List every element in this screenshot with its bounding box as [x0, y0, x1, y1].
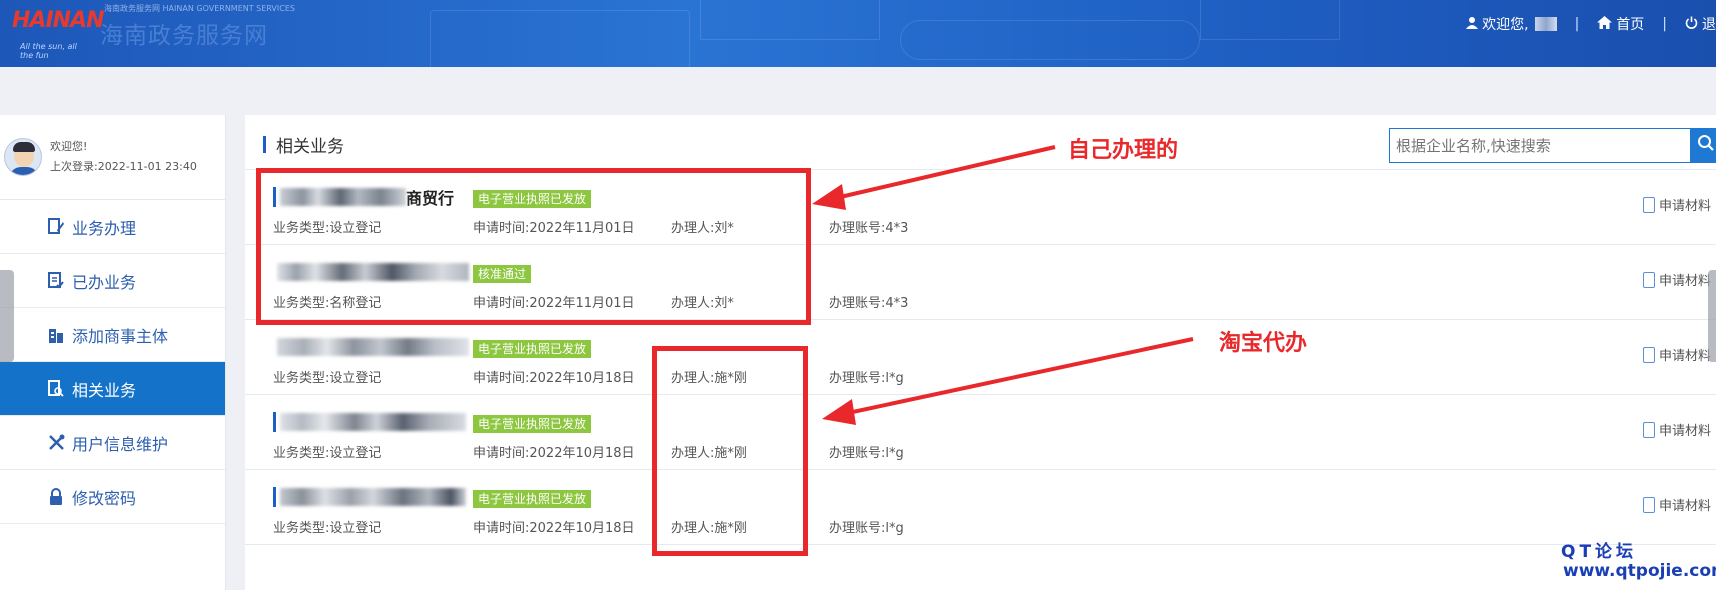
materials-label: 申请材料 — [1659, 424, 1712, 439]
document-icon — [1643, 196, 1655, 213]
user-icon — [1466, 16, 1479, 33]
sidebar-item-done[interactable]: 已办业务 — [0, 254, 225, 308]
sidebar-item-label: 添加商事主体 — [72, 326, 169, 346]
site-name: 海南政务服务网 — [100, 23, 268, 49]
doc-check-icon — [46, 272, 66, 289]
application-materials-link[interactable]: 申请材料 — [1643, 345, 1711, 364]
sidebar-item-label: 用户信息维护 — [72, 434, 169, 454]
page-title: 相关业务 — [263, 132, 344, 157]
home-icon — [1597, 15, 1613, 33]
user-info: 欢迎您! 上次登录:2022-11-01 23:40 — [0, 115, 225, 200]
document-icon — [1643, 346, 1655, 363]
handler-account: 办理账号:l*g — [829, 371, 904, 386]
left-scroll-handle[interactable] — [0, 270, 14, 362]
power-icon — [1685, 16, 1698, 33]
watermark-title: QT论坛 — [1561, 542, 1638, 562]
materials-label: 申请材料 — [1659, 349, 1712, 364]
business-type: 业务类型:设立登记 — [273, 521, 382, 536]
application-materials-link[interactable]: 申请材料 — [1643, 270, 1711, 289]
status-badge: 电子营业执照已发放 — [473, 490, 592, 508]
top-header: HAINAN All the sun, all the fun 海南政务服务网 … — [0, 0, 1716, 67]
sidebar-item-label: 相关业务 — [72, 380, 137, 400]
search-input[interactable] — [1389, 128, 1691, 163]
tools-icon — [46, 434, 66, 451]
search-button[interactable] — [1691, 128, 1716, 163]
company-name[interactable] — [273, 412, 466, 432]
divider: | — [1574, 16, 1580, 32]
lock-icon — [46, 488, 66, 505]
site-small-caption: 海南政务服务网 HAINAN GOVERNMENT SERVICES — [104, 4, 295, 13]
business-type: 业务类型:设立登记 — [273, 371, 382, 386]
materials-label: 申请材料 — [1659, 199, 1712, 214]
apply-time: 申请时间:2022年10月18日 — [473, 371, 635, 386]
status-badge: 电子营业执照已发放 — [473, 415, 592, 433]
apply-time: 申请时间:2022年10月18日 — [473, 521, 635, 536]
sidebar-item-password[interactable]: 修改密码 — [0, 470, 225, 524]
sidebar-item-label: 已办业务 — [72, 272, 137, 292]
sidebar-item-add-entity[interactable]: 添加商事主体 — [0, 308, 225, 362]
welcome-text: 欢迎您, — [1482, 17, 1529, 33]
sidebar-item-label: 修改密码 — [72, 488, 137, 508]
search-icon — [1697, 134, 1715, 157]
handler-account: 办理账号:4*3 — [829, 221, 909, 236]
sidebar: 欢迎您! 上次登录:2022-11-01 23:40 业务办理 已办业务 添加商… — [0, 115, 226, 590]
annotation-taobao-label: 淘宝代办 — [1219, 331, 1308, 356]
sidebar-item-related[interactable]: 相关业务 — [0, 362, 225, 416]
divider: | — [1662, 16, 1667, 32]
status-badge: 电子营业执照已发放 — [473, 340, 592, 358]
annotation-box-taobao — [652, 346, 808, 556]
document-icon — [1643, 271, 1655, 288]
document-icon — [1643, 496, 1655, 513]
username-blurred — [1534, 17, 1557, 31]
materials-label: 申请材料 — [1659, 499, 1712, 514]
watermark-url: www.qtpojie.com — [1563, 561, 1716, 581]
welcome-user[interactable]: 欢迎您, — [1466, 14, 1557, 34]
company-name[interactable] — [273, 487, 466, 507]
list-item[interactable]: 电子营业执照已发放 业务类型:设立登记 申请时间:2022年10月18日 办理人… — [245, 320, 1716, 395]
pencil-doc-icon — [46, 218, 66, 235]
home-label: 首页 — [1616, 17, 1645, 33]
logout-label: 退 — [1702, 17, 1716, 33]
company-name[interactable] — [273, 337, 469, 357]
greeting-text: 欢迎您! — [50, 140, 88, 153]
logout-link[interactable]: 退 — [1685, 14, 1716, 34]
right-scroll-handle[interactable] — [1708, 270, 1716, 362]
apply-time: 申请时间:2022年10月18日 — [473, 446, 635, 461]
document-icon — [1643, 421, 1655, 438]
sidebar-item-business[interactable]: 业务办理 — [0, 200, 225, 254]
materials-label: 申请材料 — [1659, 274, 1712, 289]
list-item[interactable]: 电子营业执照已发放 业务类型:设立登记 申请时间:2022年10月18日 办理人… — [245, 470, 1716, 545]
logo-subtitle: All the sun, all the fun — [20, 42, 77, 60]
handler-account: 办理账号:l*g — [829, 521, 904, 536]
list-item[interactable]: 电子营业执照已发放 业务类型:设立登记 申请时间:2022年10月18日 办理人… — [245, 395, 1716, 470]
home-link[interactable]: 首页 — [1597, 14, 1644, 34]
handler-account: 办理账号:l*g — [829, 446, 904, 461]
application-materials-link[interactable]: 申请材料 — [1643, 495, 1711, 514]
annotation-self-label: 自己办理的 — [1068, 138, 1179, 163]
business-type: 业务类型:设立登记 — [273, 446, 382, 461]
site-logo[interactable]: HAINAN All the sun, all the fun — [6, 2, 104, 60]
application-materials-link[interactable]: 申请材料 — [1643, 195, 1711, 214]
avatar — [4, 138, 42, 176]
last-login-text: 上次登录:2022-11-01 23:40 — [50, 160, 197, 173]
page-title-text: 相关业务 — [276, 137, 344, 157]
building-icon — [46, 327, 66, 343]
annotation-box-self — [256, 168, 811, 325]
doc-search-icon — [46, 380, 66, 397]
logo-text: HAINAN — [12, 8, 104, 33]
handler-account: 办理账号:4*3 — [829, 296, 909, 311]
application-materials-link[interactable]: 申请材料 — [1643, 420, 1711, 439]
sidebar-item-user-info[interactable]: 用户信息维护 — [0, 416, 225, 470]
top-nav: 欢迎您, | 首页 | 退 — [1466, 14, 1716, 34]
sidebar-item-label: 业务办理 — [72, 218, 137, 238]
